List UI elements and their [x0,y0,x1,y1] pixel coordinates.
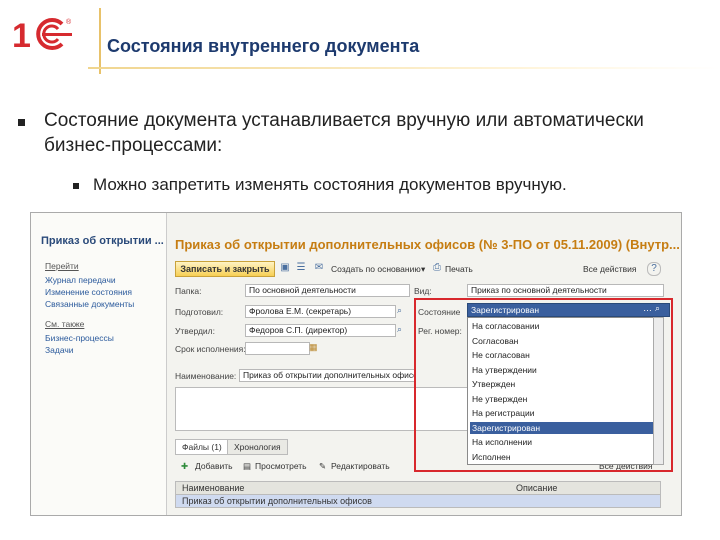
deadline-field[interactable] [245,342,310,355]
print-button[interactable]: Печать [445,264,473,274]
list-icon[interactable]: ☰ [295,262,307,274]
view-icon[interactable]: ▤ [243,461,251,472]
edit-icon[interactable]: ✎ [319,461,326,472]
edit-button[interactable]: Редактировать [331,461,390,471]
add-icon[interactable]: ✚ [181,461,188,472]
sub-bullet-marker [73,183,79,189]
name-label: Наименование: [175,371,237,381]
grid-row-name: Приказ об открытии дополнительных офисов [182,496,372,506]
nav-heading-see-also: См. также [45,319,85,329]
nav-item-related-docs[interactable]: Связанные документы [45,299,134,309]
save-icon[interactable]: ▣ [279,262,291,274]
create-based-dropdown-icon[interactable]: ▾ [421,264,425,275]
kind-field[interactable]: Приказ по основной деятельности [467,284,664,297]
help-icon[interactable]: ? [647,262,661,276]
deadline-label: Срок исполнения: [175,344,246,354]
tab-files[interactable]: Файлы (1) [175,439,229,455]
approved-field[interactable]: Федоров С.П. (директор) [245,324,396,337]
name-field[interactable]: Приказ об открытии дополнительных офисов [239,369,416,382]
prepared-label: Подготовил: [175,307,224,317]
prepared-field[interactable]: Фролова Е.М. (секретарь) [245,305,396,318]
approved-label: Утвердил: [175,326,216,336]
page-title: Состояния внутреннего документа [107,36,420,56]
save-close-button[interactable]: Записать и закрыть [175,261,275,277]
table-row[interactable]: Приказ об открытии дополнительных офисов [175,494,661,508]
search-icon[interactable]: ⌕ [397,324,402,335]
tab-chronology[interactable]: Хронология [227,439,288,455]
add-button[interactable]: Добавить [195,461,233,471]
left-panel: Приказ об открытии ... Перейти Журнал пе… [31,213,167,515]
grid-header-name: Наименование [182,483,245,493]
nav-item-processes[interactable]: Бизнес-процессы [45,333,114,343]
bullet-text-1: Состояние документа устанавливается вруч… [44,110,644,156]
nav-item-journal[interactable]: Журнал передачи [45,275,116,285]
svg-text:®: ® [66,18,72,26]
grid-header-description: Описание [516,483,558,493]
all-actions-button[interactable]: Все действия [583,264,636,274]
nav-item-state-change[interactable]: Изменение состояния [45,287,132,297]
nav-item-tasks[interactable]: Задачи [45,345,74,355]
bullet-text-2: Можно запретить изменять состояния докум… [93,175,567,194]
bullet-marker [18,119,25,126]
window-title: Приказ об открытии дополнительных офисов… [175,237,680,252]
svg-text:1: 1 [12,17,31,54]
view-button[interactable]: Просмотреть [255,461,307,471]
document-form-screenshot: Приказ об открытии ... Перейти Журнал пе… [30,212,682,516]
header-divider-vertical [99,8,101,74]
left-panel-title: Приказ об открытии ... [41,235,164,247]
1c-logo: 1 ® [12,17,72,54]
print-icon[interactable]: ⎙ [431,262,443,274]
folder-field[interactable]: По основной деятельности [245,284,410,297]
grid-header: Наименование Описание [175,481,661,495]
nav-heading-go: Перейти [45,261,79,271]
header-divider-horizontal [88,67,720,69]
folder-label: Папка: [175,286,202,296]
envelope-icon[interactable]: ✉ [313,262,325,274]
highlight-frame [414,298,673,472]
calendar-icon[interactable]: ▦ [309,342,318,353]
search-icon[interactable]: ⌕ [397,305,402,316]
kind-label: Вид: [414,286,432,296]
create-based-button[interactable]: Создать по основанию [331,264,421,274]
